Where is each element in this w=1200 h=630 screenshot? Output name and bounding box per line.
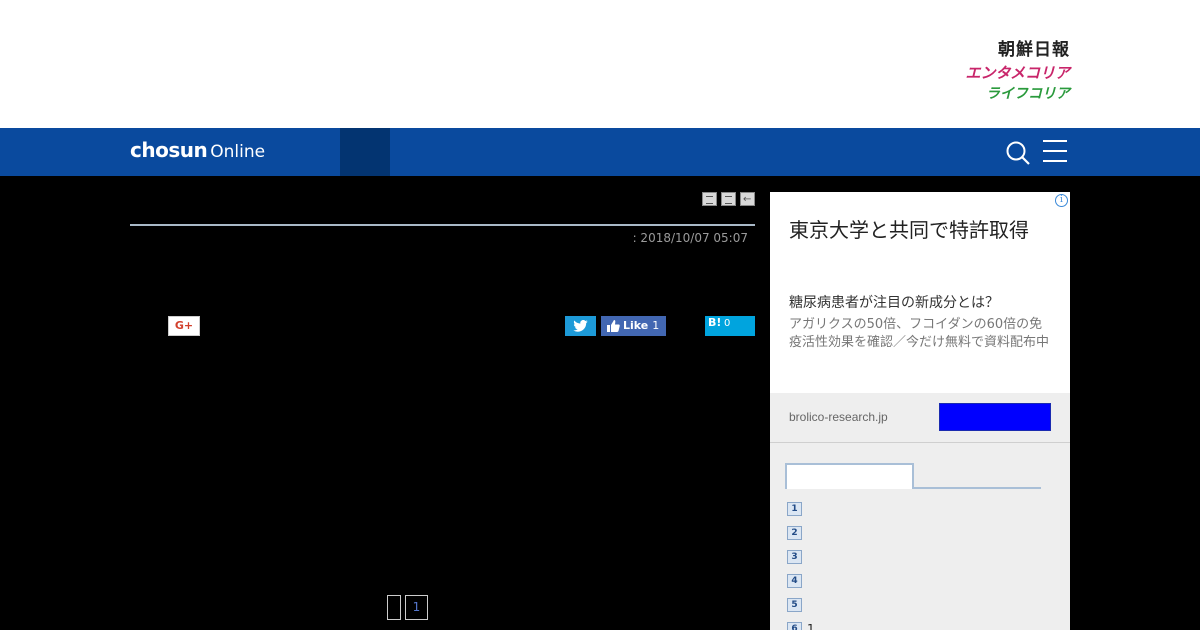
ad-cta-button[interactable] [939,403,1051,431]
ranking-item[interactable]: 2 [787,526,815,550]
ad-footer: brolico-research.jp [770,393,1070,442]
article-tools [702,192,755,206]
ranking-item[interactable]: 3 [787,550,815,574]
article-date: : 2018/10/07 05:07 [632,231,748,245]
ad-description: アガリクスの50倍、フコイダンの60倍の免疫活性効果を確認／今だけ無料で資料配布… [789,317,1050,350]
thumbs-up-icon [607,320,620,332]
ranking-tab-inactive[interactable] [914,487,1041,489]
ranking-list: 1 2 3 4 5 6 1 [787,502,815,630]
font-size-icon[interactable] [721,192,736,206]
google-plus-button[interactable]: G+ [168,316,200,336]
hatena-bookmark-button[interactable]: B! 0 [705,316,755,336]
sidebar-ad[interactable]: i 東京大学と共同で特許取得 糖尿病患者が注目の新成分とは？ アガリクスの50倍… [770,192,1070,442]
ranking-item[interactable]: 6 1 [787,622,815,630]
facebook-like-button[interactable]: Like 1 [601,316,666,336]
ranking-number: 3 [787,550,802,564]
ranking-number: 1 [787,502,802,516]
logo-online: Online [210,142,266,162]
print-icon[interactable] [702,192,717,206]
twitter-icon [573,320,588,332]
hatena-label: B! [708,316,722,329]
pagination: 1 [387,595,428,620]
article-divider [130,224,755,226]
ranking-box: 1 2 3 4 5 6 1 [770,442,1070,630]
brand-links: 朝鮮日報 エンタメコリア ライフコリア [910,42,1070,102]
like-label: Like [623,319,649,332]
ad-subtitle[interactable]: 糖尿病患者が注目の新成分とは？ [789,292,999,312]
ranking-number: 6 [787,622,802,630]
ad-info-icon[interactable]: i [1055,194,1068,207]
like-count: 1 [652,319,660,332]
entame-korea-link[interactable]: エンタメコリア [910,66,1070,81]
prev-page-button[interactable] [387,595,401,620]
back-icon[interactable] [740,192,755,206]
ranking-number: 5 [787,598,802,612]
page-1-button[interactable]: 1 [405,595,428,620]
logo-chosun: chosun [130,138,208,162]
ranking-number: 4 [787,574,802,588]
ranking-item[interactable]: 5 [787,598,815,622]
ranking-item[interactable]: 4 [787,574,815,598]
top-header: 朝鮮日報 エンタメコリア ライフコリア [0,0,1200,128]
nav-active-tab[interactable] [340,128,390,176]
menu-icon[interactable] [1043,140,1067,164]
ranking-number: 2 [787,526,802,540]
main-nav: chosun Online [0,128,1200,176]
search-icon[interactable] [1005,140,1031,166]
ad-title[interactable]: 東京大学と共同で特許取得 [789,218,1029,243]
chosun-ilbo-link[interactable]: 朝鮮日報 [910,42,1070,59]
life-korea-link[interactable]: ライフコリア [910,87,1070,101]
hatena-count: 0 [724,318,731,329]
ranking-text[interactable]: 1 [807,622,815,630]
twitter-button[interactable] [565,316,596,336]
ad-domain[interactable]: brolico-research.jp [789,410,888,424]
ranking-item[interactable]: 1 [787,502,815,526]
ranking-tab-active[interactable] [785,463,914,489]
site-logo[interactable]: chosun Online [130,138,265,162]
